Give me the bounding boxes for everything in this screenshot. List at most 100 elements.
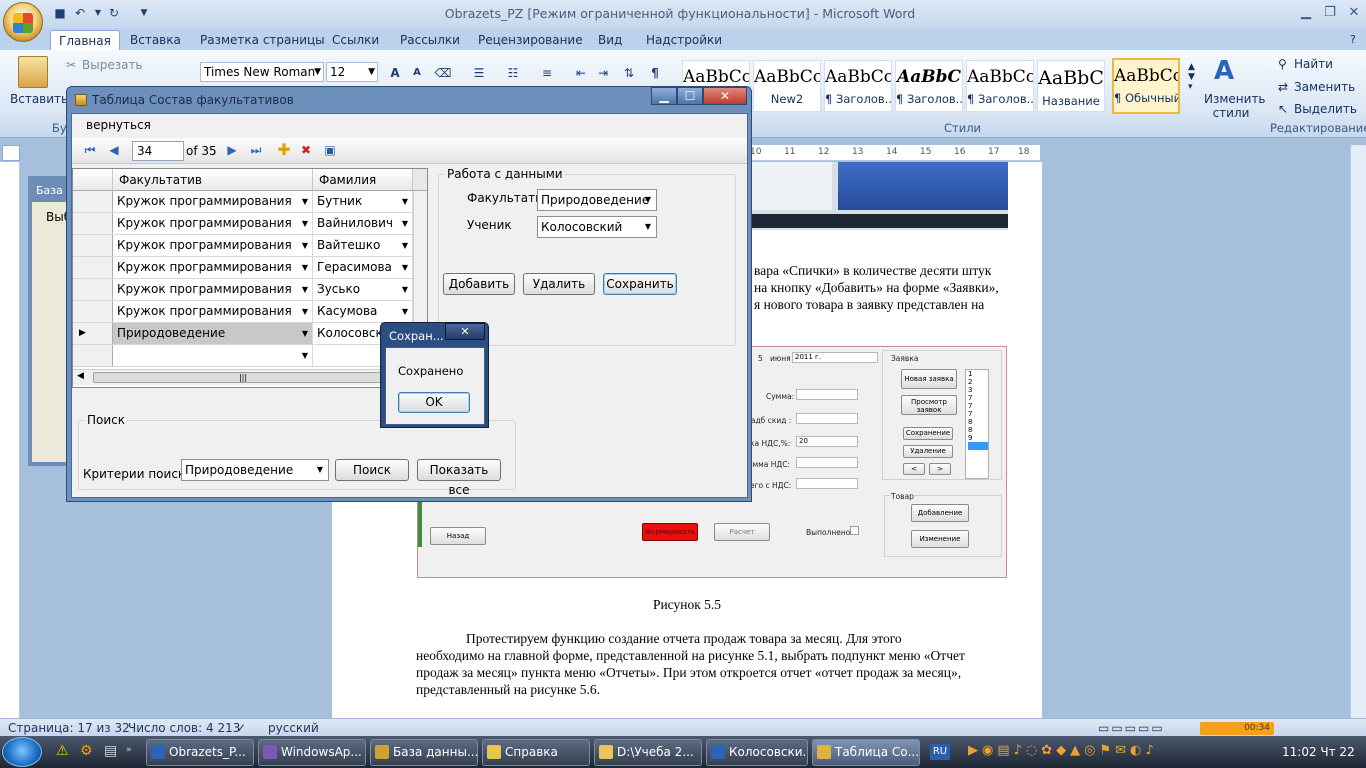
spellcheck-icon[interactable]: ✓ (236, 721, 246, 735)
scroll-left-icon[interactable]: ◀ (77, 371, 84, 381)
font-size-combo[interactable]: 12 ▼ (326, 62, 378, 82)
tab-home[interactable]: Главная (50, 30, 120, 50)
quicklaunch-icon-3[interactable]: ▤ (104, 743, 117, 759)
start-button[interactable] (2, 737, 42, 767)
clock[interactable]: 11:02 Чт 22 (1282, 745, 1355, 759)
quicklaunch-icon-2[interactable]: ⚙ (80, 743, 93, 759)
surname-cell[interactable]: Вайнилович ▼ (313, 213, 413, 234)
save-icon[interactable]: ▣ (322, 142, 338, 158)
zoom-indicator[interactable]: 00:34 (1200, 722, 1274, 735)
close-icon[interactable]: ✕ (445, 323, 485, 340)
delete-icon[interactable]: ✖ (298, 142, 314, 158)
tab-review[interactable]: Рецензирование (470, 30, 591, 50)
search-button[interactable]: Поиск (335, 459, 409, 481)
tab-view[interactable]: Вид (590, 30, 630, 50)
task-table[interactable]: Таблица Со... (812, 739, 920, 766)
table-row[interactable]: Кружок программирования ▼ Зуськo ▼ (73, 279, 427, 301)
dropdown-arrow-icon[interactable]: ▼ (402, 191, 408, 212)
language-indicator[interactable]: RU (930, 744, 950, 760)
table-row[interactable]: Кружок программирования ▼ Герасимова ▼ (73, 257, 427, 279)
move-previous-icon[interactable]: ◀ (106, 142, 122, 158)
data-grid[interactable]: Факультатив Фамилия Кружок программирова… (72, 168, 428, 388)
dialog-window[interactable]: Таблица Состав факультативов ▁ ☐ ✕ верну… (66, 86, 752, 502)
table-row[interactable]: Кружок программирования ▼ Касумова ▼ (73, 301, 427, 323)
course-cell[interactable]: Кружок программирования ▼ (113, 257, 313, 278)
cut-button[interactable]: Вырезать (82, 58, 143, 72)
decrease-indent-icon[interactable]: ⇤ (570, 62, 592, 82)
task-folder[interactable]: D:\Учеба 2... (594, 739, 702, 766)
bullets-icon[interactable]: ☰ (468, 62, 490, 82)
save-icon[interactable]: ■ (52, 5, 68, 21)
shrink-font-icon[interactable]: A (406, 62, 428, 82)
select-button[interactable]: Выделить (1294, 102, 1357, 116)
vertical-ruler[interactable] (0, 162, 20, 718)
scroll-thumb[interactable]: ||| (93, 372, 393, 383)
move-last-icon[interactable]: ⏭ (248, 142, 264, 158)
show-all-button[interactable]: Показать все (417, 459, 501, 497)
surname-cell[interactable]: Касумова ▼ (313, 301, 413, 322)
tab-selector[interactable] (2, 145, 20, 161)
styles-scroll-icon[interactable]: ▲ ▼ ▾ (1188, 62, 1195, 92)
course-combo[interactable]: Природоведение ▼ (537, 189, 657, 211)
dropdown-arrow-icon[interactable]: ▼ (302, 279, 308, 300)
quicklaunch-icon-1[interactable]: ⚠ (56, 743, 69, 759)
office-button[interactable] (3, 2, 43, 42)
style-tile-new2[interactable]: AaBbCc New2 (753, 60, 821, 112)
vertical-scrollbar[interactable] (1350, 145, 1366, 718)
status-words[interactable]: Число слов: 4 213 (128, 721, 240, 735)
multilevel-list-icon[interactable]: ≡ (536, 62, 558, 82)
status-language[interactable]: русский (268, 721, 319, 735)
dropdown-arrow-icon[interactable]: ▼ (402, 213, 408, 234)
sort-icon[interactable]: ⇅ (618, 62, 640, 82)
ok-button[interactable]: OK (398, 392, 470, 413)
tab-references[interactable]: Ссылки (324, 30, 387, 50)
task-kolosovsky[interactable]: Колосовски... (706, 739, 808, 766)
course-cell[interactable]: Кружок программирования ▼ (113, 191, 313, 212)
scissors-icon[interactable]: ✂ (66, 58, 76, 72)
dropdown-arrow-icon[interactable]: ▼ (302, 323, 308, 344)
dropdown-arrow-icon[interactable]: ▼ (402, 257, 408, 278)
style-tile-heading3[interactable]: AaBbCc ¶ Заголов... (966, 60, 1034, 112)
surname-cell[interactable]: Вайтешко ▼ (313, 235, 413, 256)
grid-horizontal-scrollbar[interactable]: ◀ ||| (73, 369, 427, 385)
close-icon[interactable]: ✕ (1342, 4, 1366, 22)
menu-back[interactable]: вернуться (86, 118, 151, 132)
clear-format-icon[interactable]: ⌫ (432, 62, 454, 82)
criteria-combo[interactable]: Природоведение ▼ (181, 459, 329, 481)
numbering-icon[interactable]: ☷ (502, 62, 524, 82)
replace-button[interactable]: Заменить (1294, 80, 1355, 94)
style-tile-heading2[interactable]: AaBbC ¶ Заголов... (895, 60, 963, 112)
table-row[interactable]: Кружок программирования ▼ Вайнилович ▼ (73, 213, 427, 235)
course-cell[interactable]: Кружок программирования ▼ (113, 213, 313, 234)
style-tile-normal[interactable]: AaBbCcI ¶ Обычный (1112, 58, 1180, 114)
minimize-icon[interactable]: ▁ (1294, 4, 1318, 22)
customize-qat-icon[interactable]: ▼ (136, 5, 152, 21)
table-row[interactable]: Кружок программирования ▼ Вайтешко ▼ (73, 235, 427, 257)
student-combo[interactable]: Колосовский ▼ (537, 216, 657, 238)
restore-icon[interactable]: ❐ (1318, 4, 1342, 22)
course-cell[interactable]: Кружок программирования ▼ (113, 301, 313, 322)
tab-addins[interactable]: Надстройки (638, 30, 730, 50)
task-database[interactable]: База данны... (370, 739, 478, 766)
show-marks-icon[interactable]: ¶ (644, 62, 666, 82)
paste-icon[interactable] (18, 56, 48, 88)
dropdown-arrow-icon[interactable]: ▼ (402, 301, 408, 322)
style-tile-heading1[interactable]: AaBbCc ¶ Заголов... (824, 60, 892, 112)
task-windowsapp[interactable]: WindowsAp... (258, 739, 366, 766)
surname-cell[interactable]: Зуськo ▼ (313, 279, 413, 300)
quicklaunch-more-icon[interactable]: » (126, 745, 132, 755)
grow-font-icon[interactable]: A (384, 62, 406, 82)
dropdown-arrow-icon[interactable]: ▼ (302, 191, 308, 212)
table-row-new[interactable]: ▼ (73, 345, 427, 367)
dropdown-arrow-icon[interactable]: ▼ (302, 257, 308, 278)
dropdown-arrow-icon[interactable]: ▼ (302, 213, 308, 234)
view-buttons-icon[interactable]: ▭▭▭▭▭ (1098, 721, 1165, 735)
course-cell[interactable]: Кружок программирования ▼ (113, 279, 313, 300)
move-first-icon[interactable]: ⏮ (82, 142, 98, 158)
close-icon[interactable]: ✕ (703, 87, 747, 105)
tab-page-layout[interactable]: Разметка страницы (192, 30, 333, 50)
add-button[interactable]: Добавить (443, 273, 515, 295)
message-box[interactable]: Сохран... ✕ Сохранено OK (380, 322, 489, 428)
font-name-combo[interactable]: Times New Roman ▼ (200, 62, 324, 82)
column-header-surname[interactable]: Фамилия (313, 169, 413, 191)
